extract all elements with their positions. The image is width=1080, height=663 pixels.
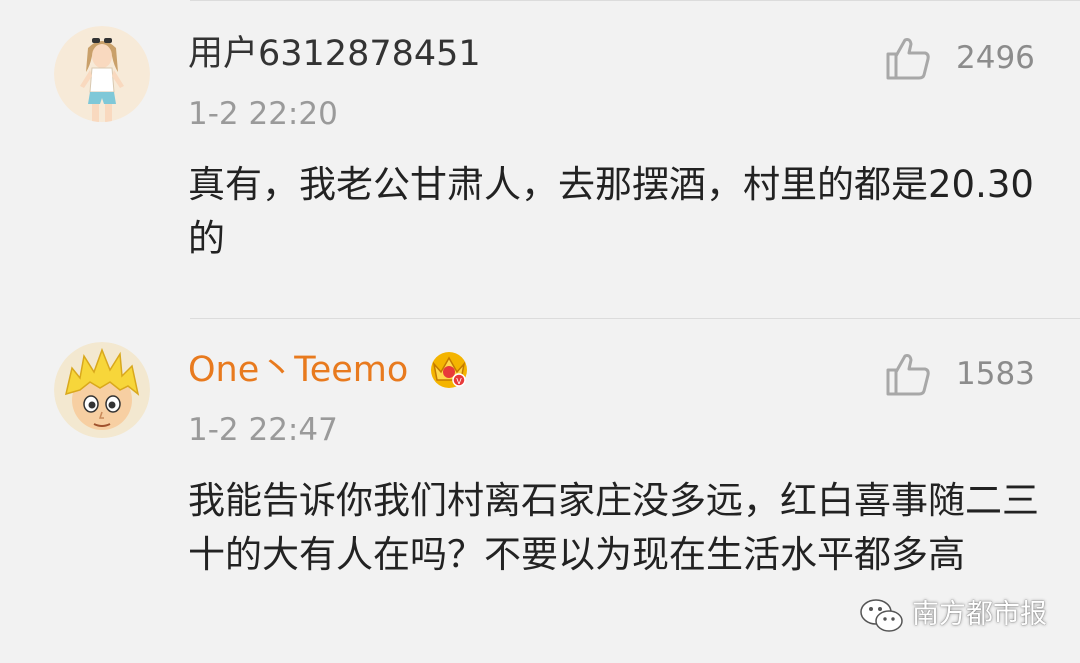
- thumbs-up-icon: [886, 354, 930, 396]
- comment-item: 用户6312878451 1-2 22:20 2496 真有，我老公甘肃人，去那…: [0, 0, 1080, 318]
- username[interactable]: 用户6312878451: [188, 32, 481, 76]
- timestamp: 1-2 22:20: [188, 96, 338, 132]
- user-avatar[interactable]: [54, 342, 150, 438]
- watermark-text: 南方都市报: [912, 599, 1047, 630]
- comment-text: 真有，我老公甘肃人，去那摆酒，村里的都是20.30的: [188, 163, 1034, 260]
- timestamp: 1-2 22:47: [188, 412, 338, 448]
- thumbs-up-icon: [886, 38, 930, 80]
- wechat-icon: [860, 599, 903, 632]
- like-count: 1583: [956, 356, 1035, 392]
- svg-text:V: V: [456, 377, 462, 386]
- comment-text: 我能告诉你我们村离石家庄没多远，红白喜事随二三十的大有人在吗？不要以为现在生活水…: [188, 479, 1039, 576]
- avatar-girl-illustration: [54, 26, 150, 122]
- vip-crown-icon: V: [426, 346, 472, 390]
- watermark: 南方都市报: [858, 590, 1058, 640]
- comment-list: 用户6312878451 1-2 22:20 2496 真有，我老公甘肃人，去那…: [0, 0, 1080, 663]
- like-button[interactable]: 1583: [880, 348, 1050, 400]
- like-count: 2496: [956, 40, 1035, 76]
- avatar-cartoon-boy: [54, 342, 150, 438]
- username[interactable]: One丶Teemo: [188, 348, 408, 392]
- like-button[interactable]: 2496: [880, 32, 1050, 84]
- user-avatar[interactable]: [54, 26, 150, 122]
